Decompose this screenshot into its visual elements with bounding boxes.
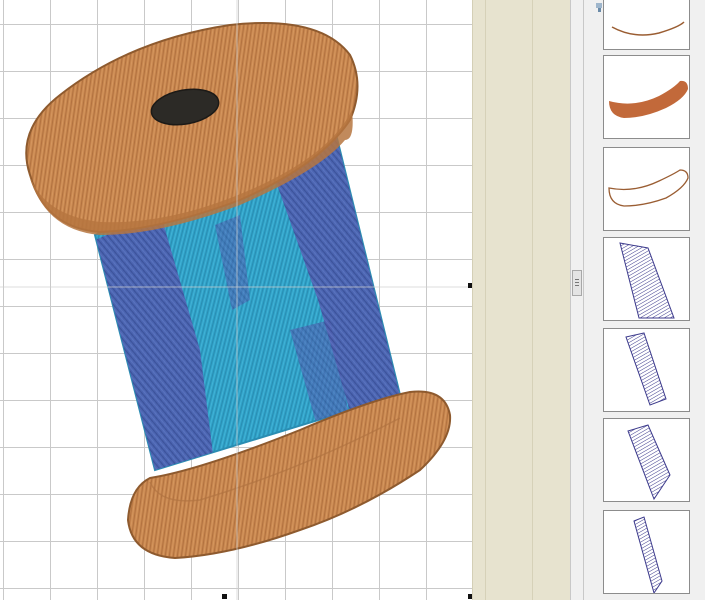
- sort-icon[interactable]: [596, 3, 602, 12]
- object-thumb-thread-stripe-3[interactable]: [603, 418, 690, 502]
- spool-embroidery-design[interactable]: [0, 0, 472, 600]
- workspace-margin: [472, 0, 571, 600]
- panel-splitter[interactable]: [570, 0, 584, 600]
- object-thumb-bottom-rim-outline[interactable]: [603, 147, 690, 231]
- object-thumb-top-rim-outline[interactable]: [603, 0, 690, 50]
- object-thumb-thread-stripe-1[interactable]: [603, 237, 690, 321]
- object-thumb-bottom-rim-fill[interactable]: [603, 55, 690, 139]
- splitter-grip-icon[interactable]: [572, 270, 582, 296]
- object-thumb-thread-stripe-2[interactable]: [603, 328, 690, 412]
- selection-handle-bottom[interactable]: [222, 594, 227, 599]
- design-canvas[interactable]: [0, 0, 472, 600]
- object-list-panel[interactable]: [584, 0, 705, 600]
- object-thumb-thread-stripe-4[interactable]: [603, 510, 690, 594]
